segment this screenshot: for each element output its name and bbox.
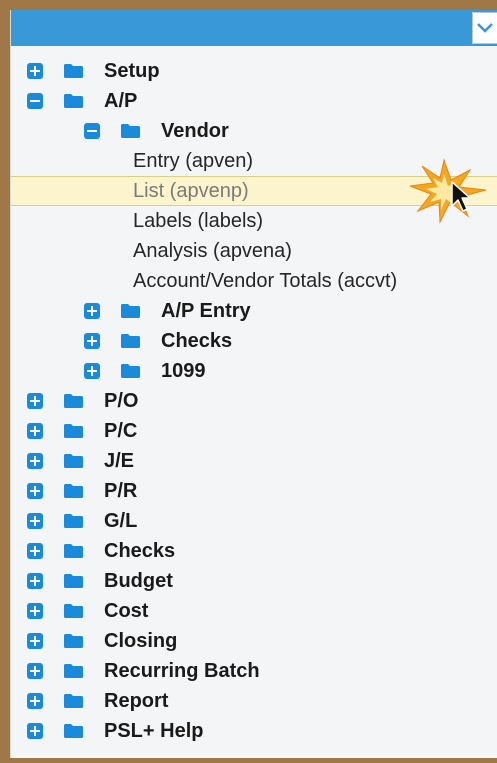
expand-icon[interactable] [84, 303, 100, 319]
tree-node-je[interactable]: J/E [11, 446, 497, 476]
tree-node-cost[interactable]: Cost [11, 596, 497, 626]
mouse-cursor-icon [409, 158, 487, 224]
window-frame: Setup A/P Vendor Entry (apven) List (apv… [0, 0, 497, 763]
tree-node-label: 1099 [161, 360, 206, 382]
tree-node-psl-help[interactable]: PSL+ Help [11, 716, 497, 746]
folder-icon [121, 124, 140, 138]
expand-icon[interactable] [84, 333, 100, 349]
tree-node-label: G/L [104, 510, 138, 532]
tree-node-label: P/C [104, 420, 138, 442]
dropdown-toggle[interactable] [472, 12, 497, 44]
tree-node-label: PSL+ Help [104, 720, 204, 742]
tree-node-label: Cost [104, 600, 149, 622]
tree-node-report[interactable]: Report [11, 686, 497, 716]
expand-icon[interactable] [27, 723, 43, 739]
folder-icon [64, 64, 83, 78]
folder-icon [64, 664, 83, 678]
chevron-down-icon [477, 23, 493, 33]
navigation-panel: Setup A/P Vendor Entry (apven) List (apv… [10, 10, 497, 758]
tree-node-1099[interactable]: 1099 [11, 356, 497, 386]
expand-icon[interactable] [27, 453, 43, 469]
folder-icon [64, 544, 83, 558]
tree-node-label: P/R [104, 480, 138, 502]
tree-node-pr[interactable]: P/R [11, 476, 497, 506]
collapse-icon[interactable] [27, 93, 43, 109]
tree-node-label: A/P [104, 90, 138, 112]
menu-item-account-vendor-totals[interactable]: Account/Vendor Totals (accvt) [11, 266, 497, 296]
folder-icon [64, 634, 83, 648]
folder-icon [121, 334, 140, 348]
expand-icon[interactable] [27, 543, 43, 559]
expand-icon[interactable] [27, 63, 43, 79]
expand-icon[interactable] [27, 573, 43, 589]
folder-icon [64, 604, 83, 618]
tree-node-label: Checks [104, 540, 176, 562]
folder-icon [64, 484, 83, 498]
tree-node-label: Report [104, 690, 169, 712]
tree-node-ap-entry[interactable]: A/P Entry [11, 296, 497, 326]
folder-icon [64, 724, 83, 738]
menu-item-label: Labels (labels) [133, 210, 264, 232]
expand-icon[interactable] [27, 633, 43, 649]
folder-icon [64, 514, 83, 528]
tree-node-label: Budget [104, 570, 173, 592]
expand-icon[interactable] [27, 663, 43, 679]
folder-icon [121, 364, 140, 378]
tree-node-ap-checks[interactable]: Checks [11, 326, 497, 356]
tree-node-label: J/E [104, 450, 135, 472]
tree-node-setup[interactable]: Setup [11, 56, 497, 86]
expand-icon[interactable] [84, 363, 100, 379]
tree-node-label: Recurring Batch [104, 660, 260, 682]
folder-icon [64, 424, 83, 438]
tree-node-label: Closing [104, 630, 178, 652]
folder-icon [64, 454, 83, 468]
header-bar [11, 10, 497, 46]
menu-item-label: List (apvenp) [133, 180, 249, 202]
folder-icon [64, 94, 83, 108]
tree-node-label: Setup [104, 60, 160, 82]
tree-node-checks[interactable]: Checks [11, 536, 497, 566]
tree-node-recurring-batch[interactable]: Recurring Batch [11, 656, 497, 686]
tree-node-label: A/P Entry [161, 300, 251, 322]
menu-item-label: Entry (apven) [133, 150, 254, 172]
menu-item-label: Analysis (apvena) [133, 240, 292, 262]
tree-node-label: Vendor [161, 120, 229, 142]
tree-node-po[interactable]: P/O [11, 386, 497, 416]
tree-node-budget[interactable]: Budget [11, 566, 497, 596]
tree-node-gl[interactable]: G/L [11, 506, 497, 536]
tree-node-ap[interactable]: A/P [11, 86, 497, 116]
folder-icon [64, 694, 83, 708]
expand-icon[interactable] [27, 693, 43, 709]
expand-icon[interactable] [27, 423, 43, 439]
folder-icon [121, 304, 140, 318]
expand-icon[interactable] [27, 603, 43, 619]
menu-item-label: Account/Vendor Totals (accvt) [133, 270, 398, 292]
tree-node-pc[interactable]: P/C [11, 416, 497, 446]
tree-node-vendor[interactable]: Vendor [11, 116, 497, 146]
tree-node-label: Checks [161, 330, 233, 352]
expand-icon[interactable] [27, 393, 43, 409]
folder-icon [64, 394, 83, 408]
menu-item-analysis[interactable]: Analysis (apvena) [11, 236, 497, 266]
expand-icon[interactable] [27, 513, 43, 529]
folder-icon [64, 574, 83, 588]
tree-node-closing[interactable]: Closing [11, 626, 497, 656]
collapse-icon[interactable] [84, 123, 100, 139]
expand-icon[interactable] [27, 483, 43, 499]
tree-node-label: P/O [104, 390, 139, 412]
